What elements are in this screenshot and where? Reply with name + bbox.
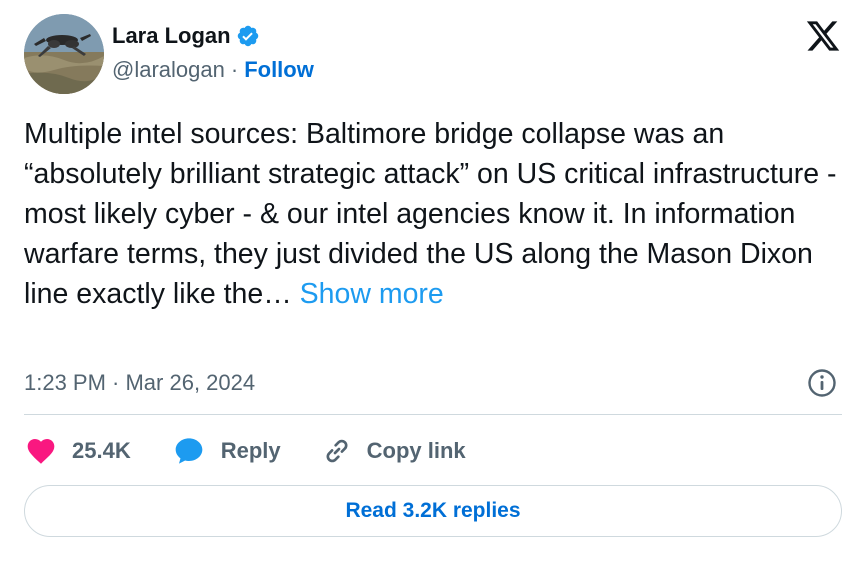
reply-button[interactable]: Reply bbox=[171, 435, 281, 467]
follow-button[interactable]: Follow bbox=[244, 57, 314, 83]
read-replies-label: Read 3.2K replies bbox=[345, 499, 521, 522]
x-logo-icon[interactable] bbox=[804, 18, 842, 54]
heart-icon bbox=[24, 435, 58, 467]
tweet-timestamp[interactable]: 1:23 PM · Mar 26, 2024 bbox=[24, 368, 255, 398]
tweet-text: Multiple intel sources: Baltimore bridge… bbox=[24, 114, 854, 314]
action-bar: 25.4K Reply Copy link bbox=[24, 433, 506, 469]
author-handle[interactable]: @laralogan bbox=[112, 57, 225, 83]
author-name[interactable]: Lara Logan bbox=[112, 23, 231, 49]
copy-link-label: Copy link bbox=[366, 438, 466, 463]
verified-badge-icon bbox=[236, 24, 260, 48]
author-handle-row: @laralogan · Follow bbox=[112, 56, 314, 84]
author-info: Lara Logan @laralogan · Follow bbox=[112, 22, 314, 84]
separator-dot: · bbox=[230, 57, 239, 82]
read-replies-button[interactable]: Read 3.2K replies bbox=[24, 485, 842, 537]
copy-link-button[interactable]: Copy link bbox=[321, 435, 466, 467]
like-count: 25.4K bbox=[72, 438, 131, 463]
show-more-link[interactable]: Show more bbox=[300, 278, 444, 310]
reply-label: Reply bbox=[220, 438, 281, 463]
tweet-embed-card: Lara Logan @laralogan · Follow Multiple … bbox=[0, 0, 866, 564]
divider bbox=[24, 414, 842, 415]
link-icon bbox=[321, 435, 353, 467]
like-button[interactable]: 25.4K bbox=[24, 435, 131, 467]
avatar[interactable] bbox=[24, 14, 104, 94]
author-name-row: Lara Logan bbox=[112, 22, 314, 50]
avatar-skydiver-image bbox=[24, 14, 104, 94]
reply-bubble-icon bbox=[171, 435, 207, 467]
info-icon[interactable] bbox=[806, 367, 838, 399]
